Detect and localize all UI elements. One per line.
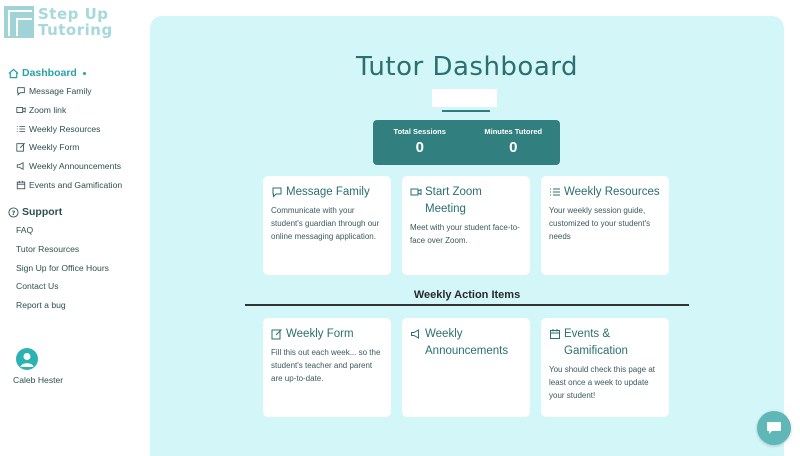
sidebar-item-weekly-form[interactable]: Weekly Form (0, 138, 140, 157)
sidebar-item-events[interactable]: Events and Gamification (0, 175, 140, 194)
sidebar-item-contact-us[interactable]: Contact Us (0, 277, 140, 296)
calendar-icon (549, 328, 561, 340)
card-weekly-form[interactable]: Weekly Form Fill this out each week... s… (263, 318, 391, 417)
card-description: Your weekly session guide, customized to… (549, 206, 651, 241)
card-title: Message Family (286, 186, 370, 198)
brand-line2: Tutoring (38, 21, 113, 39)
card-title: Weekly Resources (564, 186, 660, 198)
card-events-gamification[interactable]: Events & Gamification You should check t… (541, 318, 669, 417)
avatar[interactable] (16, 348, 38, 370)
calendar-icon (16, 180, 26, 190)
card-description: Meet with your student face-to-face over… (410, 223, 520, 245)
list-icon (549, 186, 561, 198)
sidebar-item-label: Contact Us (16, 281, 59, 292)
chat-icon (16, 86, 26, 97)
sidebar-nav: Dashboard Message Family Zoom link Weekl… (0, 64, 140, 194)
section-divider (245, 304, 689, 306)
user-name: Caleb Hester (13, 375, 64, 385)
sidebar-item-label: Zoom link (29, 105, 67, 116)
card-description: You should check this page at least once… (549, 365, 656, 400)
sidebar-item-support-label: Support (22, 206, 63, 218)
sidebar: Step Up Tutoring Dashboard Message Famil… (0, 0, 140, 456)
stat-total-sessions: Total Sessions 0 (373, 120, 467, 165)
card-weekly-resources[interactable]: Weekly Resources Your weekly session gui… (541, 176, 669, 275)
user-icon (20, 353, 34, 367)
main-panel: Tutor Dashboard Total Sessions 0 Minutes… (150, 16, 784, 456)
sidebar-item-support[interactable]: ? Support (0, 203, 140, 221)
support-nav: ? Support FAQ Tutor Resources Sign Up fo… (0, 203, 140, 314)
edit-icon (16, 142, 26, 152)
sidebar-item-dashboard-label: Dashboard (22, 67, 77, 79)
video-icon (410, 186, 422, 198)
sidebar-item-faq[interactable]: FAQ (0, 221, 140, 240)
stat-minutes-tutored: Minutes Tutored 0 (467, 120, 561, 165)
card-title: Weekly Form (286, 328, 354, 340)
chat-icon (271, 186, 283, 198)
sidebar-item-zoom-link[interactable]: Zoom link (0, 101, 140, 120)
brand-line1: Step Up (38, 5, 109, 23)
page-title: Tutor Dashboard (355, 52, 579, 82)
stat-value: 0 (415, 139, 424, 156)
card-title: Start Zoom Meeting (425, 186, 482, 215)
card-description: Communicate with your student's guardian… (271, 206, 380, 241)
sidebar-item-message-family[interactable]: Message Family (0, 82, 140, 101)
video-icon (16, 105, 26, 115)
active-dot (82, 71, 86, 75)
stat-value: 0 (509, 139, 518, 156)
sidebar-item-label: Weekly Announcements (29, 161, 122, 172)
section-heading: Weekly Action Items (413, 289, 521, 301)
sidebar-item-label: FAQ (16, 225, 34, 236)
card-title: Events & Gamification (564, 328, 628, 357)
sidebar-item-label: Weekly Form (29, 142, 80, 153)
sidebar-item-report-bug[interactable]: Report a bug (0, 296, 140, 315)
sidebar-item-tutor-resources[interactable]: Tutor Resources (0, 240, 140, 259)
sidebar-item-label: Message Family (29, 86, 92, 97)
stats-panel: Total Sessions 0 Minutes Tutored 0 (373, 120, 560, 165)
sidebar-item-weekly-announcements[interactable]: Weekly Announcements (0, 157, 140, 176)
stat-label: Total Sessions (393, 127, 446, 136)
svg-text:?: ? (12, 208, 16, 216)
help-icon: ? (8, 206, 19, 218)
sidebar-item-label: Tutor Resources (16, 244, 80, 255)
megaphone-icon (16, 161, 26, 171)
sidebar-item-weekly-resources[interactable]: Weekly Resources (0, 119, 140, 138)
sidebar-item-label: Report a bug (16, 300, 66, 311)
brand-logo[interactable]: Step Up Tutoring (4, 6, 113, 38)
chat-bubble-icon (767, 422, 781, 434)
list-icon (16, 124, 26, 134)
card-message-family[interactable]: Message Family Communicate with your stu… (263, 176, 391, 275)
sidebar-item-label: Events and Gamification (29, 179, 123, 190)
chat-widget-button[interactable] (757, 411, 791, 445)
sidebar-item-dashboard[interactable]: Dashboard (0, 64, 140, 82)
megaphone-icon (410, 328, 422, 340)
stairs-logo-icon (4, 6, 34, 38)
card-start-zoom[interactable]: Start Zoom Meeting Meet with your studen… (402, 176, 530, 275)
sidebar-item-office-hours[interactable]: Sign Up for Office Hours (0, 258, 140, 277)
sidebar-item-label: Sign Up for Office Hours (16, 262, 109, 273)
stat-label: Minutes Tutored (484, 127, 543, 136)
card-description: Fill this out each week... so the studen… (271, 348, 381, 383)
edit-icon (271, 328, 283, 340)
blank-field (432, 89, 497, 107)
sidebar-item-label: Weekly Resources (29, 123, 101, 134)
home-icon (8, 68, 19, 79)
card-weekly-announcements[interactable]: Weekly Announcements (402, 318, 530, 417)
title-divider (442, 110, 490, 112)
card-title: Weekly Announcements (425, 328, 509, 357)
